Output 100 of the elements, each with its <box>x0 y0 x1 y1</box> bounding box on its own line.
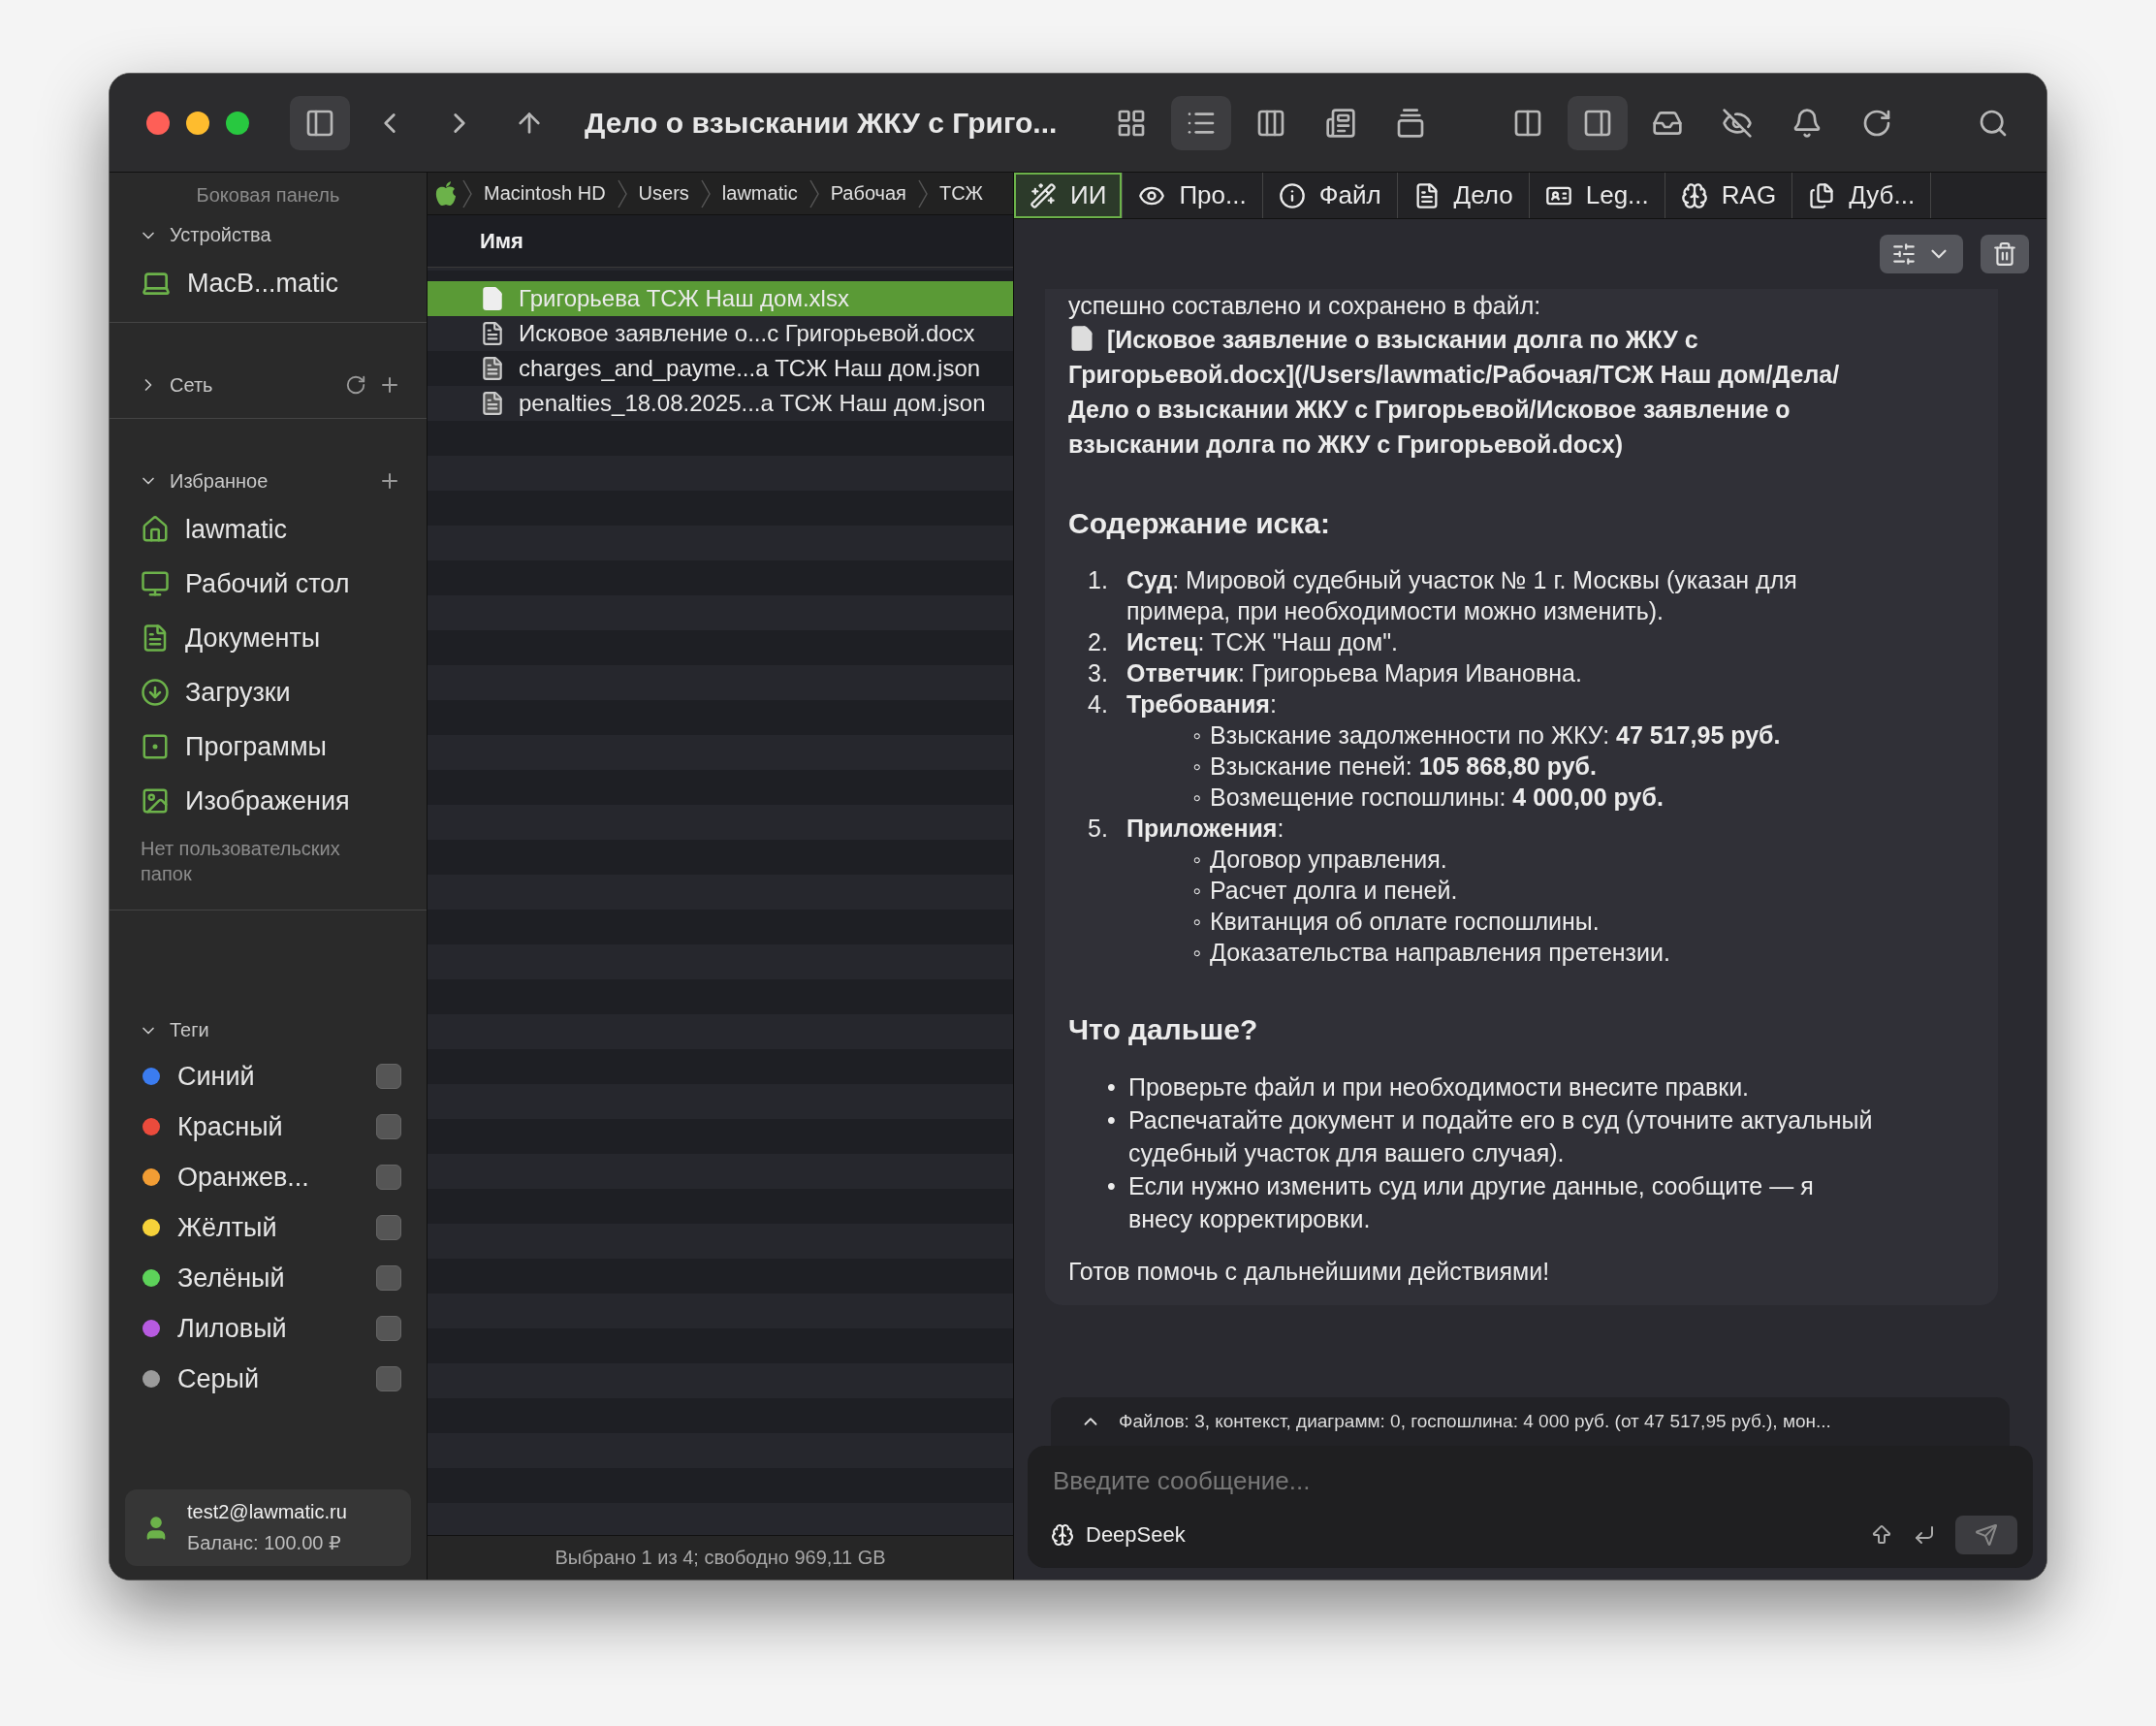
settings-dropdown[interactable] <box>1880 235 1963 273</box>
send-icon <box>1975 1523 1998 1547</box>
tag-label[interactable]: Синий <box>177 1061 359 1092</box>
brain-icon <box>1680 181 1708 209</box>
list-item-text: Приложения: <box>1126 815 1284 842</box>
list-item-text: Распечатайте документ и подайте его в суд (уточните актуальный судебный участок для вашего случая). <box>1128 1105 1874 1168</box>
list-bullet: • <box>1107 1105 1117 1135</box>
chevron-icon <box>917 178 928 208</box>
sidebar-item[interactable]: Изображения <box>110 774 427 828</box>
tag-checkbox[interactable] <box>376 1316 401 1341</box>
tag-label[interactable]: Жёлтый <box>177 1212 359 1243</box>
list-item-text: Если нужно изменить суд или другие данные, сообщите — я внесу корректировки. <box>1128 1171 1815 1234</box>
chevron-icon <box>617 178 627 208</box>
eye-off-icon <box>1721 107 1753 139</box>
path-item[interactable]: Macintosh HD <box>484 182 606 205</box>
sidebar-item[interactable]: Программы <box>110 719 427 774</box>
window-title: Дело о взыскании ЖКУ с Григо... <box>585 106 1058 140</box>
document-icon <box>480 321 505 346</box>
list-bullet: ◦ <box>1191 720 1203 751</box>
section-heading: Что дальше? <box>1068 1012 1259 1047</box>
message-input[interactable]: Введите сообщение... <box>1051 1461 2017 1500</box>
tag-checkbox[interactable] <box>376 1215 401 1240</box>
list-number: 1. <box>1088 565 1109 595</box>
path-item[interactable]: Users <box>638 182 689 205</box>
return-icon[interactable] <box>1913 1523 1936 1547</box>
send-button[interactable] <box>1955 1516 2017 1554</box>
brain-icon <box>1051 1523 1074 1547</box>
sliders-icon <box>1891 241 1917 267</box>
list-item-text: Истец: ТСЖ "Наш дом". <box>1126 628 1398 655</box>
path-item[interactable]: Рабочая <box>830 182 906 205</box>
file-row[interactable]: penalties_18.08.2025...а ТСЖ Наш дом.json <box>428 386 1013 421</box>
file-row[interactable]: charges_and_payme...а ТСЖ Наш дом.json <box>428 351 1013 386</box>
list-item-text: Взыскание задолженности по ЖКУ: 47 517,95 руб. <box>1210 720 1782 751</box>
list-item-text: Взыскание пеней: 105 868,80 руб. <box>1210 751 1598 782</box>
tag-label[interactable]: Красный <box>177 1111 359 1142</box>
tag-label[interactable]: Зелёный <box>177 1263 359 1294</box>
panel-tab[interactable]: Leg... <box>1529 173 1665 218</box>
apple-logo-icon <box>435 180 457 207</box>
list-bullet: ◦ <box>1191 845 1203 875</box>
list-item-text: Расчет долга и пеней. <box>1210 876 1459 906</box>
list-item-text: Требования: <box>1126 690 1277 718</box>
list-item-text: Возмещение госпошлины: 4 000,00 руб. <box>1210 783 1665 813</box>
model-selector[interactable]: DeepSeek <box>1051 1522 1186 1548</box>
gallery-view-icon <box>1325 107 1357 139</box>
path-item[interactable]: lawmatic <box>721 182 798 205</box>
sidebar-toggle-button[interactable] <box>290 95 350 150</box>
minimize-button[interactable] <box>186 111 209 135</box>
list-view-button[interactable] <box>1171 95 1232 150</box>
sidebar-item[interactable]: Документы <box>110 611 427 665</box>
context-bar[interactable]: Файлов: 3, контекст, диаграмм: 0, госпошлина: 4 000 руб. (от 47 517,95 руб.), мон... <box>1051 1397 2010 1446</box>
info-icon <box>1278 181 1306 209</box>
tag-checkbox[interactable] <box>376 1165 401 1190</box>
panel-tab[interactable]: Дуб... <box>1792 173 1932 218</box>
chevron-icon <box>462 178 472 208</box>
list-bullet: ◦ <box>1191 783 1203 813</box>
refresh-icon[interactable] <box>345 374 366 396</box>
chevron-icon <box>700 178 711 208</box>
list-item-text: Договор управления. <box>1210 845 1448 875</box>
account-email: test2@lawmatic.ru <box>187 1501 347 1523</box>
account-card[interactable]: test2@lawmatic.ru Баланс: 100.00 ₽ <box>125 1489 411 1566</box>
tag-label[interactable]: Серый <box>177 1363 359 1394</box>
list-number: 2. <box>1088 627 1109 657</box>
delete-button[interactable] <box>1981 235 2029 273</box>
tag-label[interactable]: Оранжев... <box>177 1162 359 1193</box>
panel-tab[interactable]: ИИ <box>1014 173 1124 218</box>
list-item-text: Квитанция об оплате госпошлины. <box>1210 907 1601 937</box>
list-bullet: ◦ <box>1191 938 1203 968</box>
list-number: 3. <box>1088 658 1109 688</box>
zoom-button[interactable] <box>226 111 249 135</box>
empty-note: Нет пользовательских папок <box>140 837 341 886</box>
image-icon <box>141 786 170 815</box>
tag-checkbox[interactable] <box>376 1265 401 1291</box>
magic-wand-icon <box>1030 181 1057 209</box>
panel-tab[interactable]: Про... <box>1123 173 1263 218</box>
right-panel-button[interactable] <box>1567 95 1628 150</box>
list-bullet: • <box>1107 1171 1117 1201</box>
list-bullet: ◦ <box>1191 907 1203 937</box>
message-composer[interactable]: Введите сообщение... DeepSeek <box>1028 1446 2033 1568</box>
sidebar-item[interactable]: lawmatic <box>110 502 427 557</box>
tag-checkbox[interactable] <box>376 1064 401 1089</box>
account-balance: Баланс: 100.00 ₽ <box>187 1531 342 1554</box>
panel-tab[interactable]: RAG <box>1665 173 1793 218</box>
status-bar: Выбрано 1 из 4; свободно 969,11 GB <box>428 1535 1013 1580</box>
tag-label[interactable]: Лиловый <box>177 1313 359 1344</box>
sidebar-item[interactable]: Загрузки <box>110 665 427 719</box>
section-title: Сеть <box>170 373 214 397</box>
section-title: Теги <box>170 1019 210 1041</box>
trash-icon <box>1992 241 2017 267</box>
path-item[interactable]: ТСЖ <box>938 182 984 205</box>
sidebar-item[interactable]: Рабочий стол <box>110 557 427 611</box>
file-row[interactable]: Исковое заявление о...с Григорьевой.docx <box>428 316 1013 351</box>
tag-checkbox[interactable] <box>376 1114 401 1139</box>
file-link[interactable]: [Исковое заявление о взыскании долга по ЖКУ с Григорьевой.docx](/Users/lawmatic/Рабочая/ТСЖ Наш дом/Дела/Дело о взыскании ЖКУ с Григорьевой/Исковое заявление о взыскании долга по ЖКУ с Григорьевой.docx) <box>1068 322 1883 462</box>
tag-checkbox[interactable] <box>376 1366 401 1391</box>
close-button[interactable] <box>146 111 170 135</box>
shift-icon[interactable] <box>1870 1523 1893 1547</box>
sidebar-item[interactable]: MacB...matic <box>110 256 427 310</box>
message-text: Готов помочь с дальнейшими действиями! <box>1068 1257 1551 1287</box>
panel-tab[interactable]: Файл <box>1262 173 1398 218</box>
panel-tab[interactable]: Дело <box>1397 173 1530 218</box>
